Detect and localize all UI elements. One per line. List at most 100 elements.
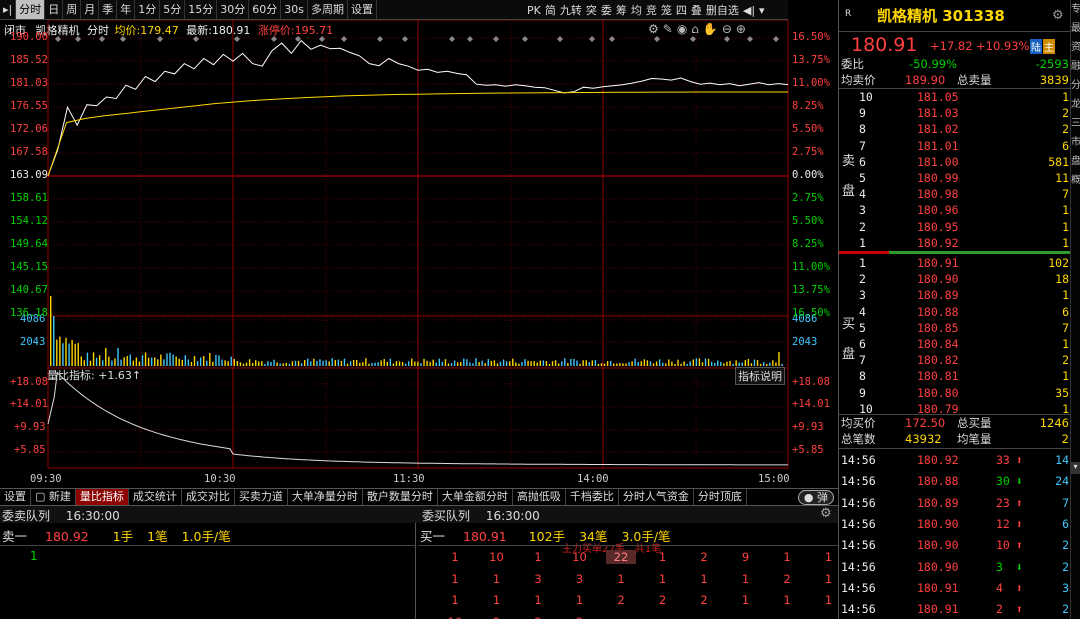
volume-bar <box>126 355 128 366</box>
tab-fenshi[interactable]: 分时 <box>16 0 46 19</box>
volume-bar <box>144 352 147 366</box>
btn-die[interactable]: 叠 <box>689 2 704 18</box>
volume-bar <box>466 359 468 366</box>
tab-5min[interactable]: 5分 <box>160 0 186 19</box>
tab-big-order-amount[interactable]: 大单金额分时 <box>438 489 513 505</box>
tab-30s[interactable]: 30s <box>281 0 308 19</box>
tab-volume-ratio[interactable]: 量比指标 <box>75 489 129 505</box>
volume-bar <box>707 358 710 366</box>
bid-level-row[interactable]: 5 180.85 7 <box>839 320 1071 336</box>
btn-chou[interactable]: 筹 <box>614 2 629 18</box>
time-axis-label: 14:00 <box>577 473 609 485</box>
volume-bars <box>50 296 783 366</box>
tab-big-order-net[interactable]: 大单净量分时 <box>288 489 363 505</box>
tab-day[interactable]: 日 <box>45 0 64 19</box>
ask-level-row[interactable]: 2 180.95 1 <box>839 219 1071 235</box>
tab-trade-compare[interactable]: 成交对比 <box>182 489 235 505</box>
volume-bar <box>141 355 144 366</box>
tab-30min[interactable]: 30分 <box>217 0 250 19</box>
ask-level-row[interactable]: 4 180.98 7 <box>839 186 1071 202</box>
speaker-icon[interactable]: ◀| <box>741 4 757 17</box>
tab-setup[interactable]: 设置 <box>0 489 31 505</box>
ask-level-row[interactable]: 9 181.03 2 <box>839 105 1071 121</box>
popup-toggle[interactable]: ● 弹 <box>797 489 834 505</box>
tab-trade-stats[interactable]: 成交统计 <box>129 489 182 505</box>
btn-jiuzhuan[interactable]: 九转 <box>558 2 584 18</box>
ask-level-row[interactable]: 7 181.01 6 <box>839 138 1071 154</box>
scroll-down-icon[interactable]: ▾ <box>1071 462 1080 474</box>
tab-month[interactable]: 月 <box>81 0 100 19</box>
volume-bar <box>398 361 401 366</box>
volume-bar <box>512 358 514 366</box>
tab-high-low[interactable]: 高抛低吸 <box>513 489 566 505</box>
ask-level-row[interactable]: 3 180.96 1 <box>839 202 1071 218</box>
gear-icon[interactable]: ⚙ <box>820 506 832 521</box>
volume-bar <box>251 363 254 366</box>
tab-year[interactable]: 年 <box>117 0 136 19</box>
btn-wei[interactable]: 委 <box>599 2 614 18</box>
btn-delete-watchlist[interactable]: 删自选 <box>704 2 741 18</box>
bid-level-row[interactable]: 7 180.82 2 <box>839 352 1071 368</box>
btn-si[interactable]: 四 <box>674 2 689 18</box>
buy-queue-cell: 2 <box>529 615 547 619</box>
bid-level-row[interactable]: 4 180.88 6 <box>839 304 1071 320</box>
volume-bar <box>616 363 618 366</box>
tab-week[interactable]: 周 <box>63 0 82 19</box>
price-axis-tick: 158.61 <box>10 191 48 204</box>
volume-bar <box>117 348 119 366</box>
total-trades-value: 43932 <box>905 432 942 446</box>
btn-pk[interactable]: PK <box>525 4 543 17</box>
intraday-chart[interactable] <box>0 20 838 488</box>
tab-60min[interactable]: 60分 <box>249 0 282 19</box>
bid-volume: 1 <box>1062 337 1069 351</box>
volume-bar <box>631 361 633 366</box>
ask-level-row[interactable]: 5 180.99 11 <box>839 170 1071 186</box>
side-strip[interactable]: 专 最 资 融 分 龙 三 市 盘 概 <box>1070 0 1080 619</box>
indicator-help-button[interactable]: 指标说明 <box>735 367 785 385</box>
tick-count: 7 <box>1062 495 1069 510</box>
gear-icon[interactable]: ⚙ <box>1052 8 1064 23</box>
bid-level-row[interactable]: 1 180.91 102 <box>839 255 1071 271</box>
dropdown-icon[interactable]: ▾ <box>757 4 767 17</box>
pct-axis-tick: 2.75% <box>792 191 824 204</box>
tab-popularity-fund[interactable]: 分时人气资金 <box>619 489 694 505</box>
bid-level-row[interactable]: 8 180.81 1 <box>839 368 1071 384</box>
volume-bar <box>643 359 646 366</box>
btn-jing[interactable]: 竞 <box>644 2 659 18</box>
volume-bar <box>196 361 199 366</box>
volume-bar <box>714 362 716 366</box>
tab-top-bottom[interactable]: 分时顶底 <box>694 489 747 505</box>
bid-level-row[interactable]: 6 180.84 1 <box>839 336 1071 352</box>
btn-tu[interactable]: 突 <box>584 2 599 18</box>
tab-settings[interactable]: 设置 <box>348 0 377 19</box>
volume-bar <box>766 363 768 366</box>
bid-level-row[interactable]: 9 180.80 35 <box>839 385 1071 401</box>
bid-level-index: 6 <box>859 337 866 351</box>
tab-15min[interactable]: 15分 <box>185 0 218 19</box>
btn-jian[interactable]: 简 <box>543 2 558 18</box>
volume-bar <box>184 355 187 366</box>
tab-thousand-ratio[interactable]: 千档委比 <box>566 489 619 505</box>
tab-quarter[interactable]: 季 <box>99 0 118 19</box>
tab-1min[interactable]: 1分 <box>135 0 161 19</box>
ask-level-row[interactable]: 10 181.05 1 <box>839 89 1071 105</box>
ask-level-row[interactable]: 8 181.02 2 <box>839 121 1071 137</box>
volume-bar <box>554 360 557 366</box>
volume-bar <box>775 362 777 366</box>
stock-title: 凯格精机 301338 <box>877 7 1005 25</box>
tab-buy-sell-power[interactable]: 买卖力道 <box>235 489 288 505</box>
tab-multi-period[interactable]: 多周期 <box>308 0 348 19</box>
ask-level-row[interactable]: 6 181.00 581 <box>839 154 1071 170</box>
bid-level-row[interactable]: 3 180.89 1 <box>839 287 1071 303</box>
btn-jun[interactable]: 均 <box>629 2 644 18</box>
toolbar-left-icon[interactable]: ▸| <box>0 0 17 19</box>
tick-volume: 4 <box>996 580 1003 595</box>
buy-queue-cell: 10 <box>572 550 587 564</box>
volume-bar <box>698 358 701 366</box>
bid-level-row[interactable]: 2 180.90 18 <box>839 271 1071 287</box>
tab-retail-count[interactable]: 散户数量分时 <box>363 489 438 505</box>
ask-level-row[interactable]: 1 180.92 1 <box>839 235 1071 251</box>
pct-axis-tick: 11.00% <box>792 261 830 273</box>
tab-new[interactable]: ▢ 新建 <box>31 489 76 505</box>
btn-long[interactable]: 笼 <box>659 2 674 18</box>
